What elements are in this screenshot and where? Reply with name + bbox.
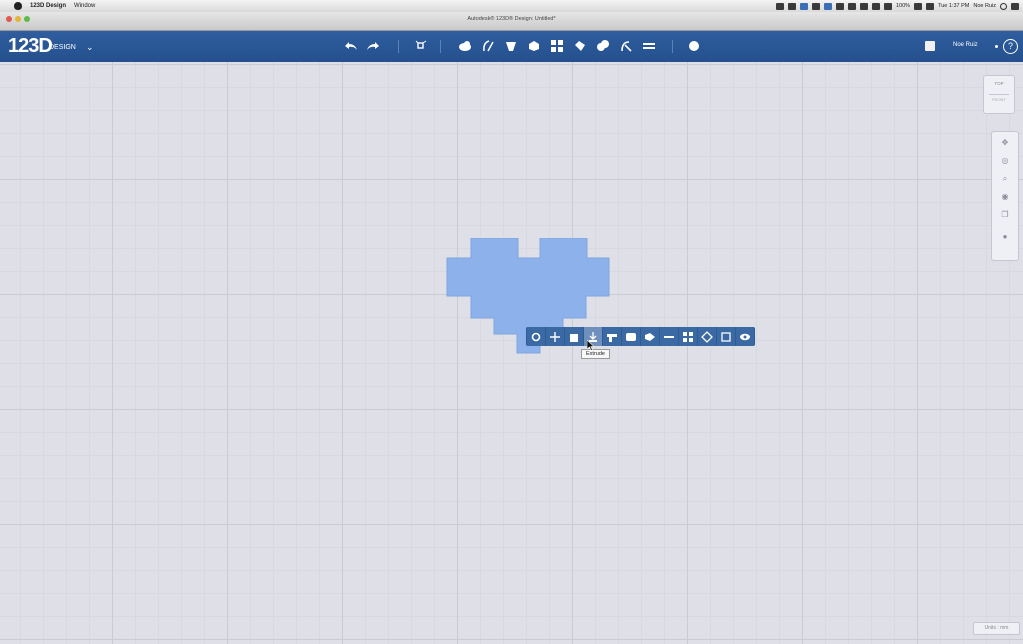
material-icon [689,41,699,51]
undo-icon [345,42,357,50]
status-icon[interactable] [800,2,808,10]
loft-button[interactable] [641,327,659,346]
help-button[interactable]: ? [1003,39,1018,54]
user-menu[interactable]: Noe Ruiz [973,3,996,9]
revolve-icon [626,332,636,341]
view-cube-edge [989,94,1009,95]
status-icon[interactable] [776,2,784,10]
status-icon[interactable] [836,2,844,10]
status-icon[interactable] [860,2,868,10]
material-button[interactable] [686,38,702,54]
material-swatch-icon [721,331,731,342]
dropdown-dot-icon[interactable] [995,45,998,48]
scale-icon [701,330,713,343]
pattern-icon [551,40,563,52]
user-name[interactable]: Noe Ruiz [953,42,978,48]
transform-button[interactable] [413,38,429,54]
text-button[interactable] [641,38,657,54]
move-icon [550,331,560,342]
extrude-tooltip: Extrude [581,349,610,359]
volume-icon[interactable] [884,2,892,10]
battery-icon[interactable] [914,2,923,10]
primitives-icon [459,41,471,51]
pattern-button[interactable] [549,38,565,54]
view-mode-icon[interactable]: ❐ [1000,210,1010,220]
toolbar-divider [672,40,673,53]
pattern-context-button[interactable] [679,327,697,346]
spotlight-icon[interactable] [1000,2,1007,10]
redo-button[interactable] [365,38,381,54]
view-cube-front[interactable]: FRONT [984,97,1014,102]
context-toolbar [526,327,755,346]
measure-icon [621,41,632,52]
loft-icon [645,332,655,341]
move-button[interactable] [546,327,564,346]
cube-button[interactable] [565,327,583,346]
measure-button[interactable] [618,38,634,54]
split-button[interactable] [660,327,678,346]
cube-icon [570,333,578,342]
status-menus: 100% Tue 1:37 PM Noe Ruiz [776,0,1023,12]
toolbar-divider [440,40,441,53]
sketch-icon [483,40,494,52]
app-menu[interactable]: 123D Design [30,3,66,9]
split-icon [664,335,674,338]
app-logo[interactable]: 123D [8,35,53,58]
construct-icon [506,42,516,51]
view-cube-face[interactable]: TOP [984,81,1014,86]
menu-window[interactable]: Window [74,3,95,9]
modify-button[interactable] [526,38,542,54]
modify-icon [529,41,539,51]
navigation-bar: ✥ ◎ ⌕ ◉ ❐ ● [991,131,1019,261]
window-title: Autodesk® 123D® Design: Untitled* [467,16,556,22]
material-context-button[interactable] [717,327,735,346]
status-icon[interactable] [848,2,856,10]
primitives-button[interactable] [457,38,473,54]
notification-icon[interactable] [1011,2,1019,10]
view-cube[interactable]: TOP FRONT [983,75,1015,114]
wifi-icon[interactable] [872,2,880,10]
toolbar-divider [398,40,399,53]
mouse-cursor-icon [587,340,595,351]
revolve-button[interactable] [622,327,640,346]
scale-button[interactable] [698,327,716,346]
combine-button[interactable] [595,38,611,54]
layers-icon[interactable] [925,41,935,51]
grouping-icon [575,41,585,51]
display-icon[interactable] [926,2,935,10]
undo-button[interactable] [343,38,359,54]
display-settings-icon[interactable]: ● [1000,232,1010,242]
combine-icon [597,40,609,51]
eye-icon [740,333,750,340]
app-toolbar: 123D DESIGN ⌄ Noe Ruiz ? [0,31,1023,63]
chevron-down-icon[interactable]: ⌄ [86,42,94,53]
fit-icon[interactable]: ◉ [1000,192,1010,202]
construct-button[interactable] [503,38,519,54]
status-icon[interactable] [824,2,832,10]
orbit-icon[interactable]: ◎ [1000,156,1010,166]
pan-icon[interactable]: ✥ [1000,138,1010,148]
grid-icon [683,331,693,342]
gear-icon [531,332,541,341]
snap-icon [643,43,655,49]
status-icon[interactable] [788,2,796,10]
sweep-button[interactable] [603,327,621,346]
app-logo-sub[interactable]: DESIGN [49,44,76,51]
redo-icon [367,42,379,50]
settings-button[interactable] [527,327,545,346]
transform-icon [415,40,427,49]
clock[interactable]: Tue 1:37 PM [938,3,969,9]
units-indicator[interactable]: Units : mm [973,622,1020,635]
battery-percent[interactable]: 100% [896,3,910,9]
apple-icon[interactable] [14,2,22,10]
zoom-icon[interactable]: ⌕ [1000,174,1010,184]
sketch-button[interactable] [480,38,496,54]
status-icon[interactable] [812,2,820,10]
window-titlebar: Autodesk® 123D® Design: Untitled* [0,12,1023,31]
sweep-icon [607,333,617,342]
visibility-button[interactable] [736,327,754,346]
grouping-button[interactable] [572,38,588,54]
